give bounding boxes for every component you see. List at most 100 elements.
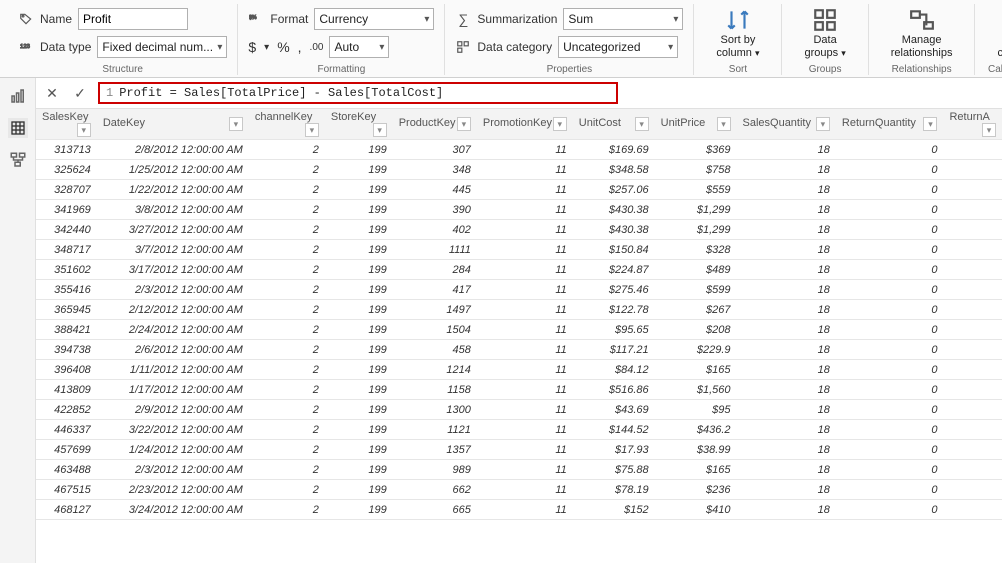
cell[interactable]: 1158 bbox=[393, 380, 477, 400]
cell[interactable]: 11 bbox=[477, 160, 573, 180]
category-dropdown[interactable]: Uncategorized▾ bbox=[558, 36, 678, 58]
cell[interactable]: 2 bbox=[249, 440, 325, 460]
cell[interactable]: 18 bbox=[737, 480, 836, 500]
cell[interactable]: 11 bbox=[477, 240, 573, 260]
cell[interactable]: 2/12/2012 12:00:00 AM bbox=[97, 300, 249, 320]
cell[interactable]: 0 bbox=[836, 420, 944, 440]
cell[interactable]: 11 bbox=[477, 460, 573, 480]
cell[interactable]: 18 bbox=[737, 360, 836, 380]
cell[interactable]: 199 bbox=[325, 180, 393, 200]
cell[interactable]: $75.88 bbox=[573, 460, 655, 480]
column-header[interactable]: ReturnQuantity▾ bbox=[836, 109, 944, 140]
cell[interactable]: 3/24/2012 12:00:00 AM bbox=[97, 500, 249, 520]
cell[interactable]: 348 bbox=[393, 160, 477, 180]
cell[interactable] bbox=[943, 340, 1002, 360]
cell[interactable]: 11 bbox=[477, 220, 573, 240]
cell[interactable] bbox=[943, 460, 1002, 480]
cell[interactable]: 458 bbox=[393, 340, 477, 360]
cell[interactable]: 390 bbox=[393, 200, 477, 220]
table-row[interactable]: 4463373/22/2012 12:00:00 AM2199112111$14… bbox=[36, 420, 1002, 440]
cell[interactable]: 446337 bbox=[36, 420, 97, 440]
cell[interactable]: $489 bbox=[655, 260, 737, 280]
report-view-icon[interactable] bbox=[8, 86, 28, 106]
cell[interactable]: 1111 bbox=[393, 240, 477, 260]
filter-icon[interactable]: ▾ bbox=[77, 123, 91, 137]
table-row[interactable]: 4576991/24/2012 12:00:00 AM2199135711$17… bbox=[36, 440, 1002, 460]
cell[interactable]: 2 bbox=[249, 320, 325, 340]
cell[interactable]: 1/11/2012 12:00:00 AM bbox=[97, 360, 249, 380]
cell[interactable]: $117.21 bbox=[573, 340, 655, 360]
cell[interactable] bbox=[943, 480, 1002, 500]
cell[interactable]: $410 bbox=[655, 500, 737, 520]
table-row[interactable]: 3137132/8/2012 12:00:00 AM219930711$169.… bbox=[36, 140, 1002, 160]
table-row[interactable]: 4675152/23/2012 12:00:00 AM219966211$78.… bbox=[36, 480, 1002, 500]
cell[interactable]: $229.9 bbox=[655, 340, 737, 360]
cell[interactable]: 18 bbox=[737, 500, 836, 520]
cell[interactable]: 0 bbox=[836, 360, 944, 380]
cell[interactable]: 1300 bbox=[393, 400, 477, 420]
cell[interactable] bbox=[943, 280, 1002, 300]
cell[interactable]: 11 bbox=[477, 440, 573, 460]
cell[interactable]: 0 bbox=[836, 160, 944, 180]
cell[interactable]: 1357 bbox=[393, 440, 477, 460]
cell[interactable] bbox=[943, 440, 1002, 460]
cell[interactable] bbox=[943, 500, 1002, 520]
cell[interactable]: 11 bbox=[477, 200, 573, 220]
column-header[interactable]: ReturnA▾ bbox=[943, 109, 1002, 140]
table-row[interactable]: 4138091/17/2012 12:00:00 AM2199115811$51… bbox=[36, 380, 1002, 400]
cell[interactable]: 1497 bbox=[393, 300, 477, 320]
cell[interactable]: 284 bbox=[393, 260, 477, 280]
cell[interactable]: 11 bbox=[477, 280, 573, 300]
datatype-dropdown[interactable]: Fixed decimal num...▾ bbox=[97, 36, 227, 58]
cell[interactable]: 3/22/2012 12:00:00 AM bbox=[97, 420, 249, 440]
cell[interactable] bbox=[943, 400, 1002, 420]
table-row[interactable]: 3964081/11/2012 12:00:00 AM2199121411$84… bbox=[36, 360, 1002, 380]
filter-icon[interactable]: ▾ bbox=[553, 117, 567, 131]
cell[interactable]: 0 bbox=[836, 240, 944, 260]
cell[interactable]: 468127 bbox=[36, 500, 97, 520]
cell[interactable]: 3/27/2012 12:00:00 AM bbox=[97, 220, 249, 240]
cell[interactable]: $436.2 bbox=[655, 420, 737, 440]
cell[interactable]: 199 bbox=[325, 240, 393, 260]
cell[interactable]: 0 bbox=[836, 460, 944, 480]
cell[interactable]: 402 bbox=[393, 220, 477, 240]
cell[interactable]: 2 bbox=[249, 460, 325, 480]
cell[interactable]: $95 bbox=[655, 400, 737, 420]
cell[interactable]: 199 bbox=[325, 380, 393, 400]
cell[interactable]: 457699 bbox=[36, 440, 97, 460]
sort-by-column-button[interactable]: Sort bycolumn ▾ bbox=[704, 4, 771, 62]
cancel-formula-button[interactable]: ✕ bbox=[42, 83, 62, 103]
cell[interactable]: 18 bbox=[737, 180, 836, 200]
cell[interactable]: 0 bbox=[836, 500, 944, 520]
cell[interactable]: 0 bbox=[836, 260, 944, 280]
cell[interactable]: 3/7/2012 12:00:00 AM bbox=[97, 240, 249, 260]
cell[interactable]: 2/23/2012 12:00:00 AM bbox=[97, 480, 249, 500]
cell[interactable]: $599 bbox=[655, 280, 737, 300]
table-row[interactable]: 3884212/24/2012 12:00:00 AM2199150411$95… bbox=[36, 320, 1002, 340]
cell[interactable]: 18 bbox=[737, 200, 836, 220]
cell[interactable] bbox=[943, 180, 1002, 200]
table-row[interactable]: 3287071/22/2012 12:00:00 AM219944511$257… bbox=[36, 180, 1002, 200]
filter-icon[interactable]: ▾ bbox=[635, 117, 649, 131]
cell[interactable]: $43.69 bbox=[573, 400, 655, 420]
cell[interactable]: 11 bbox=[477, 300, 573, 320]
cell[interactable]: $236 bbox=[655, 480, 737, 500]
percent-button[interactable]: % bbox=[277, 39, 289, 55]
cell[interactable]: 2 bbox=[249, 420, 325, 440]
cell[interactable]: 365945 bbox=[36, 300, 97, 320]
cell[interactable]: $17.93 bbox=[573, 440, 655, 460]
formula-input[interactable]: 1 Profit = Sales[TotalPrice] - Sales[Tot… bbox=[98, 82, 618, 104]
cell[interactable]: 307 bbox=[393, 140, 477, 160]
cell[interactable]: $348.58 bbox=[573, 160, 655, 180]
cell[interactable]: 199 bbox=[325, 480, 393, 500]
cell[interactable]: $516.86 bbox=[573, 380, 655, 400]
cell[interactable]: $1,299 bbox=[655, 220, 737, 240]
cell[interactable]: $1,299 bbox=[655, 200, 737, 220]
cell[interactable]: 11 bbox=[477, 260, 573, 280]
cell[interactable]: 2/9/2012 12:00:00 AM bbox=[97, 400, 249, 420]
cell[interactable]: 0 bbox=[836, 400, 944, 420]
cell[interactable] bbox=[943, 300, 1002, 320]
cell[interactable]: 665 bbox=[393, 500, 477, 520]
manage-relationships-button[interactable]: Managerelationships bbox=[879, 4, 965, 62]
cell[interactable]: 2 bbox=[249, 500, 325, 520]
